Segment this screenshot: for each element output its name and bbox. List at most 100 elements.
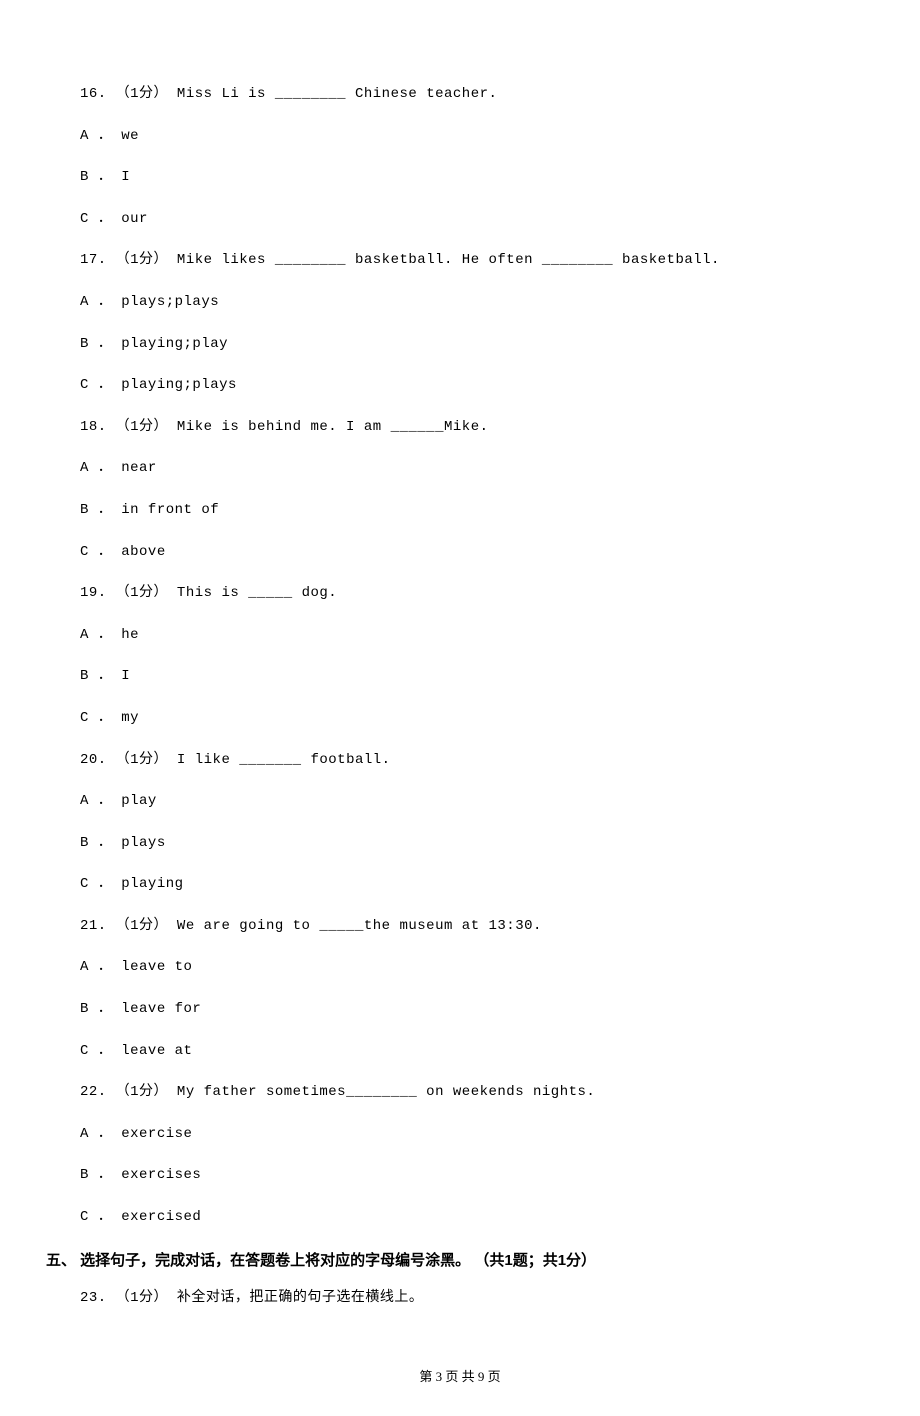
question-text: football. [302, 752, 391, 768]
option-text: playing;play [121, 336, 228, 352]
option-c: C ． above [80, 543, 840, 563]
option-text: leave for [121, 1001, 201, 1017]
question-points: （1分） [116, 752, 168, 768]
option-label: A ． [80, 627, 112, 643]
question-16: 16. （1分） Miss Li is ________ Chinese tea… [80, 85, 840, 105]
question-number: 17. [80, 252, 107, 268]
blank: _____ [248, 585, 293, 601]
option-a: A ． near [80, 459, 840, 479]
option-text: leave to [121, 959, 192, 975]
option-c: C ． our [80, 210, 840, 230]
option-label: A ． [80, 959, 112, 975]
option-label: B ． [80, 668, 112, 684]
option-text: plays;plays [121, 294, 219, 310]
question-text: on weekends nights. [417, 1084, 595, 1100]
question-text: Mike is behind me. I am [168, 419, 391, 435]
option-text: above [121, 544, 166, 560]
option-b: B ． plays [80, 834, 840, 854]
option-label: C ． [80, 710, 112, 726]
option-label: C ． [80, 544, 112, 560]
question-text: My father sometimes [168, 1084, 346, 1100]
option-text: playing [121, 876, 183, 892]
option-b: B ． I [80, 667, 840, 687]
option-label: B ． [80, 1001, 112, 1017]
question-20: 20. （1分） I like _______ football. [80, 751, 840, 771]
question-points: （1分） [116, 918, 168, 934]
question-text: dog. [293, 585, 338, 601]
option-text: in front of [121, 502, 219, 518]
section-5-title: 五、 选择句子，完成对话，在答题卷上将对应的字母编号涂黑。 （共1题；共1分） [46, 1250, 840, 1271]
option-c: C ． playing [80, 875, 840, 895]
option-c: C ． my [80, 709, 840, 729]
option-label: B ． [80, 835, 112, 851]
question-text: We are going to [168, 918, 319, 934]
option-b: B ． leave for [80, 1000, 840, 1020]
question-text: I like [168, 752, 239, 768]
section-text: 选择句子，完成对话，在答题卷上将对应的字母编号涂黑。 （共1题；共1分） [76, 1252, 596, 1269]
question-text: Mike. [444, 419, 489, 435]
question-number: 20. [80, 752, 107, 768]
question-text: This is [168, 585, 248, 601]
question-number: 23. [80, 1290, 107, 1306]
option-label: B ． [80, 1167, 112, 1183]
question-number: 18. [80, 419, 107, 435]
question-points: （1分） [116, 585, 168, 601]
page-content: 16. （1分） Miss Li is ________ Chinese tea… [0, 0, 920, 1416]
question-number: 19. [80, 585, 107, 601]
blank: ______ [391, 419, 444, 435]
question-text: basketball. [613, 252, 720, 268]
option-text: play [121, 793, 157, 809]
question-points: （1分） [116, 86, 168, 102]
question-points: （1分） [116, 1084, 168, 1100]
question-points: （1分） [116, 419, 168, 435]
option-text: exercised [121, 1209, 201, 1225]
question-number: 21. [80, 918, 107, 934]
page-footer: 第 3 页 共 9 页 [80, 1368, 840, 1386]
option-text: plays [121, 835, 166, 851]
page-number: 第 3 页 共 9 页 [419, 1369, 500, 1384]
option-c: C ． exercised [80, 1208, 840, 1228]
question-text: 补全对话，把正确的句子选在横线上。 [168, 1290, 423, 1306]
option-label: C ． [80, 211, 112, 227]
blank: _______ [239, 752, 301, 768]
option-label: A ． [80, 460, 112, 476]
question-22: 22. （1分） My father sometimes________ on … [80, 1083, 840, 1103]
question-text: Chinese teacher. [346, 86, 497, 102]
blank: ________ [346, 1084, 417, 1100]
option-a: A ． exercise [80, 1125, 840, 1145]
question-18: 18. （1分） Mike is behind me. I am ______M… [80, 418, 840, 438]
option-b: B ． in front of [80, 501, 840, 521]
option-text: my [121, 710, 139, 726]
blank: ________ [275, 252, 346, 268]
question-points: （1分） [116, 252, 168, 268]
question-17: 17. （1分） Mike likes ________ basketball.… [80, 251, 840, 271]
question-23: 23. （1分） 补全对话，把正确的句子选在横线上。 [80, 1289, 840, 1309]
blank: ________ [275, 86, 346, 102]
option-label: C ． [80, 377, 112, 393]
option-c: C ． leave at [80, 1042, 840, 1062]
option-b: B ． playing;play [80, 335, 840, 355]
option-a: A ． play [80, 792, 840, 812]
question-text: Miss Li is [168, 86, 275, 102]
option-label: B ． [80, 502, 112, 518]
option-b: B ． I [80, 168, 840, 188]
blank: ________ [542, 252, 613, 268]
question-text: Mike likes [168, 252, 275, 268]
option-label: B ． [80, 169, 112, 185]
option-text: we [121, 128, 139, 144]
question-number: 22. [80, 1084, 107, 1100]
option-a: A ． we [80, 127, 840, 147]
question-text: basketball. He often [346, 252, 542, 268]
option-a: A ． leave to [80, 958, 840, 978]
option-label: C ． [80, 876, 112, 892]
option-label: A ． [80, 294, 112, 310]
option-label: A ． [80, 793, 112, 809]
blank: _____ [319, 918, 364, 934]
option-label: C ． [80, 1209, 112, 1225]
section-prefix: 五、 [46, 1252, 76, 1269]
option-text: playing;plays [121, 377, 237, 393]
option-text: exercise [121, 1126, 192, 1142]
option-text: exercises [121, 1167, 201, 1183]
question-number: 16. [80, 86, 107, 102]
option-a: A ． he [80, 626, 840, 646]
